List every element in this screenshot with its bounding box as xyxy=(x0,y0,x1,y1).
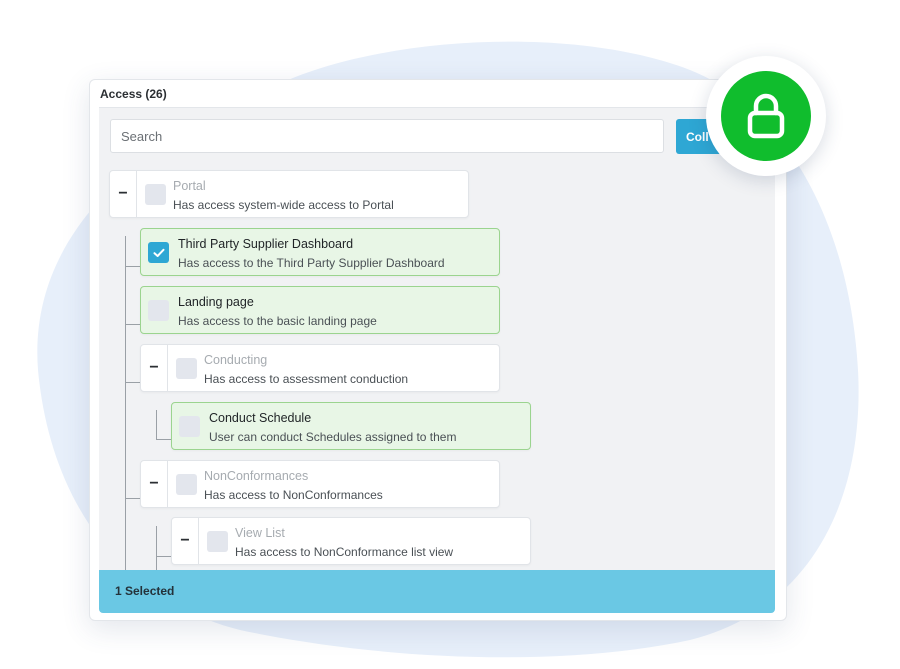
lock-circle xyxy=(721,71,811,161)
tree-connector xyxy=(156,439,171,440)
collapse-toggle[interactable]: − xyxy=(141,461,168,507)
selection-footer: 1 Selected xyxy=(99,570,775,613)
tree-connector xyxy=(156,410,157,440)
node-title: Portal xyxy=(173,179,206,193)
node-title: Landing page xyxy=(178,295,254,309)
tree-connector xyxy=(125,382,140,383)
tree-connector xyxy=(125,266,140,267)
panel-title: Access (26) xyxy=(100,87,167,101)
node-description: Has access to NonConformance list view xyxy=(235,545,454,559)
collapse-toggle[interactable]: − xyxy=(110,171,137,217)
selected-count: 1 Selected xyxy=(115,584,175,598)
tree-node-landing-page: Landing page Has access to the basic lan… xyxy=(140,286,500,334)
node-description: User can conduct Schedules assigned to t… xyxy=(209,430,457,444)
tree-node-third-party-supplier-dashboard: Third Party Supplier Dashboard Has acces… xyxy=(140,228,500,276)
tree-node-conducting: − Conducting Has access to assessment co… xyxy=(140,344,500,392)
checkbox[interactable] xyxy=(179,416,200,437)
node-description: Has access to NonConformances xyxy=(204,488,383,502)
node-description: Has access to assessment conduction xyxy=(204,372,409,386)
tree-node-view-list: − View List Has access to NonConformance… xyxy=(171,517,531,565)
checkmark-icon xyxy=(153,248,164,257)
access-panel: Access (26) Coll − Portal Has access sys… xyxy=(89,79,787,621)
tree-connector xyxy=(125,498,140,499)
collapse-toggle[interactable]: − xyxy=(141,345,168,391)
checkbox[interactable] xyxy=(148,300,169,321)
node-description: Has access to the basic landing page xyxy=(178,314,377,328)
search-input[interactable] xyxy=(110,119,664,153)
tree-connector xyxy=(125,236,126,571)
collapse-toggle[interactable]: − xyxy=(172,518,199,564)
tree-connector xyxy=(156,556,171,557)
node-title: Third Party Supplier Dashboard xyxy=(178,237,354,251)
node-description: Has access to the Third Party Supplier D… xyxy=(178,256,445,270)
lock-badge xyxy=(706,56,826,176)
checkbox[interactable] xyxy=(176,358,197,379)
node-title: NonConformances xyxy=(204,469,309,483)
node-title: View List xyxy=(235,526,285,540)
tree-node-portal: − Portal Has access system-wide access t… xyxy=(109,170,469,218)
checkbox[interactable] xyxy=(148,242,169,263)
checkbox[interactable] xyxy=(207,531,228,552)
access-tree-area: Coll − Portal Has access system-wide acc… xyxy=(99,107,775,571)
tree-connector xyxy=(156,526,157,571)
tree-node-conduct-schedule: Conduct Schedule User can conduct Schedu… xyxy=(171,402,531,450)
lock-icon xyxy=(747,93,785,139)
tree-node-nonconformances: − NonConformances Has access to NonConfo… xyxy=(140,460,500,508)
checkbox[interactable] xyxy=(176,474,197,495)
node-title: Conduct Schedule xyxy=(209,411,312,425)
node-title: Conducting xyxy=(204,353,268,367)
tree-connector xyxy=(125,324,140,325)
checkbox[interactable] xyxy=(145,184,166,205)
node-description: Has access system-wide access to Portal xyxy=(173,198,394,212)
